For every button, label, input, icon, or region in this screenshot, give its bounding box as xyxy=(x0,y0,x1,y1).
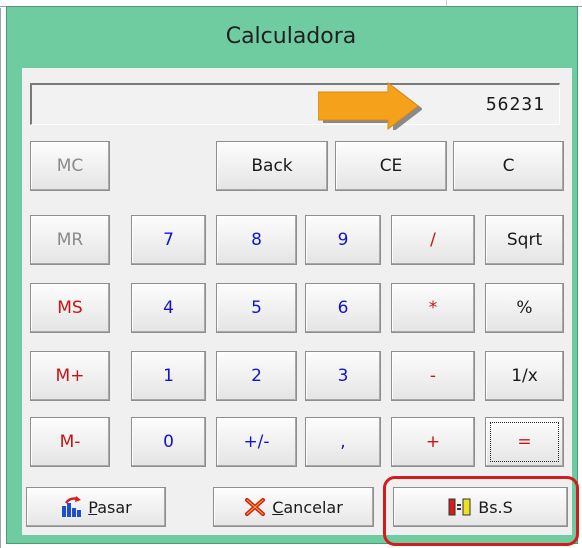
sign-toggle-button[interactable]: +/- xyxy=(216,417,297,467)
pasar-button[interactable]: Pasar xyxy=(26,487,166,527)
digit-5-button[interactable]: 5 xyxy=(216,283,297,333)
ms-button[interactable]: MS xyxy=(30,283,110,333)
subtract-button[interactable]: - xyxy=(391,351,475,401)
cancelar-label: Cancelar xyxy=(272,498,343,517)
arrow-icon xyxy=(318,82,422,130)
digit-8-button[interactable]: 8 xyxy=(216,215,297,265)
window-title: Calculadora xyxy=(225,24,357,49)
equals-button[interactable]: = xyxy=(485,417,564,467)
m-minus-button[interactable]: M- xyxy=(30,417,110,467)
add-button[interactable]: + xyxy=(391,417,475,467)
window-shadow xyxy=(0,8,1,548)
back-button[interactable]: Back xyxy=(216,141,328,191)
bss-convert-button[interactable]: Bs.S xyxy=(393,487,568,527)
pasar-label: Pasar xyxy=(88,498,131,517)
pasar-rest: asar xyxy=(97,497,132,517)
c-button[interactable]: C xyxy=(453,141,564,191)
red-x-icon xyxy=(245,498,266,516)
m-plus-button[interactable]: M+ xyxy=(30,351,110,401)
percent-button[interactable]: % xyxy=(485,283,564,333)
digit-4-button[interactable]: 4 xyxy=(131,283,206,333)
bar-chart-icon xyxy=(62,496,82,517)
multiply-button[interactable]: * xyxy=(391,283,475,333)
digit-1-button[interactable]: 1 xyxy=(131,351,206,401)
sqrt-button[interactable]: Sqrt xyxy=(485,215,564,265)
bss-label: Bs.S xyxy=(478,497,513,517)
digit-6-button[interactable]: 6 xyxy=(305,283,381,333)
display-value: 56231 xyxy=(485,94,545,115)
pasar-mnemonic: P xyxy=(88,497,98,517)
currency-convert-icon xyxy=(448,498,471,516)
reciprocal-button[interactable]: 1/x xyxy=(485,351,564,401)
digit-9-button[interactable]: 9 xyxy=(305,215,381,265)
ce-button[interactable]: CE xyxy=(335,141,447,191)
equals-label: = xyxy=(517,432,532,452)
digit-7-button[interactable]: 7 xyxy=(131,215,206,265)
cancelar-button[interactable]: Cancelar xyxy=(213,487,374,527)
cancelar-mnemonic: C xyxy=(272,497,284,517)
digit-0-button[interactable]: 0 xyxy=(131,417,206,467)
decimal-button[interactable]: , xyxy=(305,417,381,467)
digit-3-button[interactable]: 3 xyxy=(305,351,381,401)
mc-button[interactable]: MC xyxy=(30,141,110,191)
cancelar-rest: ancelar xyxy=(283,497,343,517)
mr-button[interactable]: MR xyxy=(30,215,110,265)
digit-2-button[interactable]: 2 xyxy=(216,351,297,401)
display-field[interactable]: 56231 xyxy=(30,83,560,125)
divide-button[interactable]: / xyxy=(391,215,475,265)
